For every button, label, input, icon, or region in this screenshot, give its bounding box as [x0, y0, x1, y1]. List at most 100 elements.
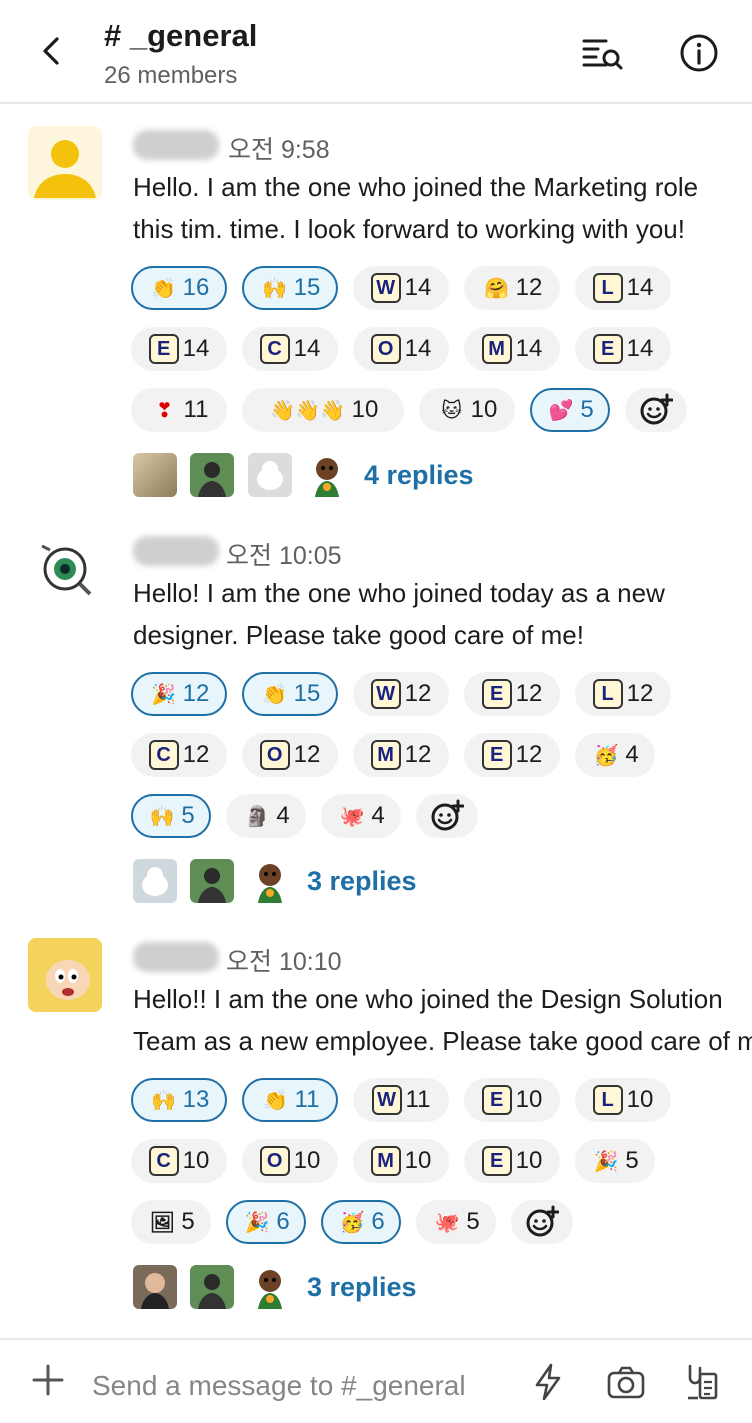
reaction-custom-photo[interactable]: 🖼 5	[131, 1200, 211, 1244]
reply-avatar	[190, 1265, 234, 1309]
reaction-party-face[interactable]: 🎉 5	[575, 1139, 655, 1183]
message-text-line: this tim. time. I look forward to workin…	[133, 214, 685, 244]
add-reaction-button[interactable]	[511, 1200, 573, 1244]
reaction-letter-e[interactable]: E 10	[464, 1078, 560, 1122]
info-icon[interactable]	[676, 30, 722, 76]
green-cat-icon: 🐱	[441, 399, 463, 422]
reaction-hugging-face[interactable]: 🤗 12	[464, 266, 560, 310]
reaction-clapping-hands[interactable]: 👏 16	[131, 266, 227, 310]
reaction-raised-hands[interactable]: 🙌 5	[131, 794, 211, 838]
reaction-partying-face[interactable]: 🥳 6	[321, 1200, 401, 1244]
add-reaction-button[interactable]	[416, 794, 478, 838]
reaction-pink-heart[interactable]: 💕 5	[530, 388, 610, 432]
letter-e-icon: E	[592, 334, 623, 364]
message-text-line: Team as a new employee. Please take good…	[133, 1026, 752, 1056]
letter-c-icon: C	[259, 334, 290, 364]
reaction-letter-w[interactable]: W 12	[353, 672, 449, 716]
channel-title[interactable]: # _general	[104, 18, 257, 54]
reaction-clapping-hands[interactable]: 👏 15	[242, 672, 338, 716]
sender-name-blurred[interactable]	[133, 130, 219, 160]
reaction-letter-m[interactable]: M 14	[464, 327, 560, 371]
add-emoji-icon	[640, 393, 673, 425]
reaction-letter-e[interactable]: E 12	[464, 672, 560, 716]
back-chevron-icon[interactable]	[34, 34, 68, 68]
reply-avatar	[190, 453, 234, 497]
channel-header: # _general 26 members	[0, 0, 752, 104]
reaction-letter-w[interactable]: W 14	[353, 266, 449, 310]
message-time: 오전 10:05	[226, 542, 342, 570]
reaction-clapping-hands[interactable]: 👏 11	[242, 1078, 338, 1122]
custom-photo-icon: 🖼	[149, 1211, 175, 1234]
reaction-party-popper[interactable]: 🎉 6	[226, 1200, 306, 1244]
reaction-letter-c[interactable]: C 10	[131, 1139, 227, 1183]
reaction-party-face[interactable]: 🎉 12	[131, 672, 227, 716]
reaction-octopus[interactable]: 🐙 5	[416, 1200, 496, 1244]
reply-avatar	[133, 859, 177, 903]
add-reaction-button[interactable]	[625, 388, 687, 432]
reaction-custom-figure[interactable]: 🗿 4	[226, 794, 306, 838]
reaction-raised-hands[interactable]: 🙌 15	[242, 266, 338, 310]
letter-m-icon: M	[370, 1146, 401, 1176]
reply-avatar	[190, 859, 234, 903]
search-in-channel-icon[interactable]	[580, 30, 626, 76]
sender-name-blurred[interactable]	[133, 536, 219, 566]
thread-replies-link[interactable]: 3 replies	[307, 1272, 417, 1303]
reaction-letter-o[interactable]: O 14	[353, 327, 449, 371]
partying-face-icon: 🥳	[339, 1211, 365, 1234]
letter-o-icon: O	[370, 334, 401, 364]
reaction-letter-o[interactable]: O 10	[242, 1139, 338, 1183]
hugging-face-icon: 🤗	[484, 277, 510, 300]
octopus-icon: 🐙	[339, 805, 365, 828]
letter-l-icon: L	[592, 1085, 623, 1115]
letter-m-icon: M	[481, 334, 512, 364]
attach-file-icon[interactable]	[680, 1360, 724, 1404]
reaction-letter-l[interactable]: L 12	[575, 672, 671, 716]
reply-avatar	[133, 453, 177, 497]
letter-c-icon: C	[148, 740, 179, 770]
camera-icon[interactable]	[604, 1360, 648, 1404]
sender-name-blurred[interactable]	[133, 942, 219, 972]
reaction-letter-m[interactable]: M 12	[353, 733, 449, 777]
reaction-letter-m[interactable]: M 10	[353, 1139, 449, 1183]
reaction-partying-face[interactable]: 🥳 4	[575, 733, 655, 777]
reaction-letter-l[interactable]: L 14	[575, 266, 671, 310]
reply-avatar	[133, 1265, 177, 1309]
message-input[interactable]: Send a message to #_general	[92, 1370, 466, 1402]
partying-face-icon: 🥳	[593, 744, 619, 767]
clapping-hands-icon: 👏	[151, 277, 177, 300]
letter-e-icon: E	[481, 1085, 512, 1115]
reaction-letter-e[interactable]: E 10	[464, 1139, 560, 1183]
letter-m-icon: M	[370, 740, 401, 770]
avatar[interactable]	[28, 532, 102, 606]
reply-avatar	[248, 453, 292, 497]
reaction-octopus[interactable]: 🐙 4	[321, 794, 401, 838]
waving-hands-icon: 👋👋👋	[270, 399, 345, 422]
thread-replies-link[interactable]: 3 replies	[307, 866, 417, 897]
reaction-raised-hands[interactable]: 🙌 13	[131, 1078, 227, 1122]
reaction-waving-hands[interactable]: 👋👋👋 10	[242, 388, 404, 432]
message-time: 오전 9:58	[228, 136, 330, 164]
reaction-letter-w[interactable]: W 11	[353, 1078, 449, 1122]
member-count[interactable]: 26 members	[104, 62, 237, 90]
reaction-letter-o[interactable]: O 12	[242, 733, 338, 777]
reaction-letter-e[interactable]: E 14	[575, 327, 671, 371]
plus-icon[interactable]	[30, 1362, 66, 1398]
message-text-line: Hello! I am the one who joined today as …	[133, 578, 665, 608]
custom-figure-icon: 🗿	[244, 805, 270, 828]
reaction-letter-e[interactable]: E 14	[131, 327, 227, 371]
letter-w-icon: W	[371, 1085, 402, 1115]
reaction-letter-l[interactable]: L 10	[575, 1078, 671, 1122]
reaction-letter-e[interactable]: E 12	[464, 733, 560, 777]
reaction-letter-c[interactable]: C 12	[131, 733, 227, 777]
thread-replies-link[interactable]: 4 replies	[364, 460, 474, 491]
lightning-icon[interactable]	[526, 1360, 570, 1404]
reaction-letter-c[interactable]: C 14	[242, 327, 338, 371]
letter-l-icon: L	[592, 679, 623, 709]
heart-exclamation-icon: ❣	[156, 399, 173, 422]
avatar[interactable]	[28, 126, 102, 200]
avatar[interactable]	[28, 938, 102, 1012]
reaction-green-cat[interactable]: 🐱 10	[419, 388, 515, 432]
letter-c-icon: C	[148, 1146, 179, 1176]
reaction-heart-exclamation[interactable]: ❣ 11	[131, 388, 227, 432]
raised-hands-icon: 🙌	[149, 805, 175, 828]
